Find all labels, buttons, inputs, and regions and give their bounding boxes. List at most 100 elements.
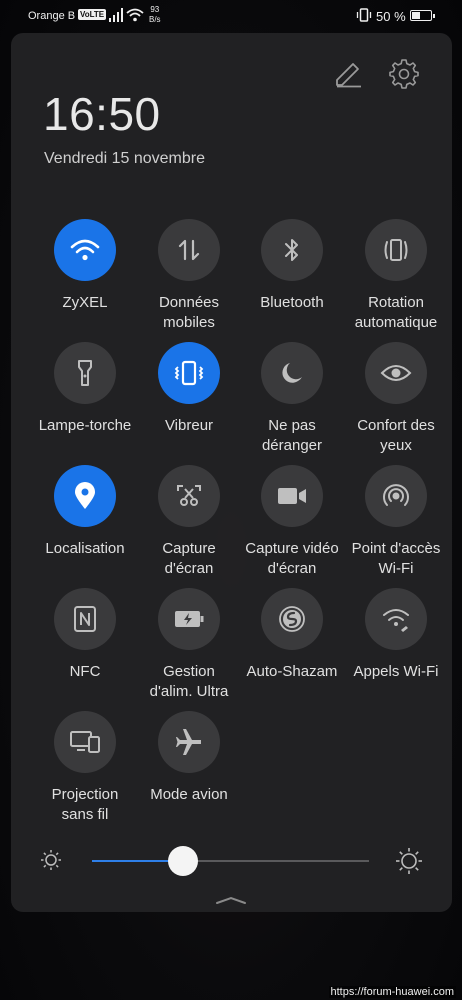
flashlight-icon — [75, 358, 95, 388]
quick-tile[interactable]: Localisation — [30, 465, 140, 559]
quick-tile[interactable]: Bluetooth — [237, 219, 347, 313]
quick-tile-label: Appels Wi-Fi — [341, 662, 451, 682]
wifi-icon — [70, 238, 100, 262]
bluetooth-icon — [281, 236, 303, 264]
quick-tile-label-line1: Vibreur — [164, 417, 214, 434]
mobile-data-icon — [176, 237, 202, 263]
quick-tile-label: Vibreur — [134, 416, 244, 436]
quick-tile-button[interactable] — [54, 219, 116, 281]
network-speed: 93 B/s — [149, 5, 161, 25]
quick-tile[interactable]: Capture vidéo d'écran — [237, 465, 347, 579]
quick-tile-label-line1: Confort des — [357, 417, 435, 434]
quick-tile[interactable]: Confort des yeux — [341, 342, 451, 456]
quick-tile-button[interactable] — [365, 465, 427, 527]
quick-tile[interactable]: ZyXEL — [30, 219, 140, 313]
settings-gear-icon[interactable] — [389, 59, 419, 89]
quick-tile-label-line1: ZyXEL — [62, 294, 108, 311]
quick-tile-button[interactable] — [158, 711, 220, 773]
quick-tile-label: Lampe-torche — [30, 416, 140, 436]
quick-tile-label: Auto-Shazam — [237, 662, 347, 682]
quick-tile-button[interactable] — [54, 342, 116, 404]
quick-tile-button[interactable] — [54, 588, 116, 650]
quick-tile[interactable]: Capture d'écran — [134, 465, 244, 579]
quick-tile-label: ZyXEL — [30, 293, 140, 313]
quick-tile[interactable]: Ne pas déranger — [237, 342, 347, 456]
eye-icon — [380, 362, 412, 384]
quick-tile-label: Point d'accès Wi-Fi — [341, 539, 451, 579]
quick-tile-label-line2: Wi-Fi — [378, 560, 414, 577]
quick-tile-button[interactable] — [365, 219, 427, 281]
quick-tile-label-line2: d'écran — [164, 560, 214, 577]
quick-tile[interactable]: Lampe-torche — [30, 342, 140, 436]
quick-tile-label-line1: Auto-Shazam — [246, 663, 338, 680]
quick-tile-button[interactable] — [261, 465, 323, 527]
quick-tile-button[interactable] — [54, 711, 116, 773]
quick-tile-button[interactable] — [158, 465, 220, 527]
brightness-thumb[interactable] — [168, 846, 199, 876]
quick-tile[interactable]: Gestion d'alim. Ultra — [134, 588, 244, 702]
quick-tile-label-line2: yeux — [380, 437, 412, 454]
quick-tile-label-line2: sans fil — [61, 806, 109, 823]
quick-tile[interactable]: Données mobiles — [134, 219, 244, 333]
quick-tile-button[interactable] — [261, 219, 323, 281]
quick-tile-button[interactable] — [158, 342, 220, 404]
quick-tile-label-line2: déranger — [261, 437, 323, 454]
screen-record-icon — [276, 485, 308, 507]
quick-tile-label-line1: Point d'accès — [351, 540, 441, 557]
speed-unit: B/s — [149, 15, 161, 24]
quick-tile-button[interactable] — [365, 588, 427, 650]
quick-tile-label: Confort des yeux — [341, 416, 451, 456]
quick-tile-button[interactable] — [158, 219, 220, 281]
quick-tile-label: Capture vidéo d'écran — [237, 539, 347, 579]
quick-tile-label: Gestion d'alim. Ultra — [134, 662, 244, 702]
quick-tile-label: Données mobiles — [134, 293, 244, 333]
screenshot-icon — [174, 482, 204, 510]
date-label: Vendredi 15 novembre — [44, 150, 205, 167]
quick-tile[interactable]: Point d'accès Wi-Fi — [341, 465, 451, 579]
quick-tile[interactable]: NFC — [30, 588, 140, 682]
quick-tile-label-line1: Données — [158, 294, 220, 311]
quick-tile[interactable]: Rotation automatique — [341, 219, 451, 333]
quick-tile-label: Bluetooth — [237, 293, 347, 313]
quick-tile-label-line1: Capture vidéo — [245, 540, 339, 557]
edit-icon[interactable] — [333, 59, 363, 89]
quick-tile-label-line1: Bluetooth — [260, 294, 324, 311]
collapse-chevron-icon[interactable] — [215, 895, 247, 905]
quick-tile-label: Projection sans fil — [30, 785, 140, 825]
brightness-slider[interactable] — [92, 846, 369, 876]
brightness-low-icon — [41, 850, 61, 870]
battery-icon — [410, 10, 435, 21]
battery-saver-icon — [173, 609, 205, 629]
brightness-high-icon — [396, 848, 422, 874]
quick-tile-label-line2: d'alim. Ultra — [149, 683, 229, 700]
battery-percent: 50 % — [376, 9, 406, 24]
wireless-projection-icon — [69, 729, 101, 755]
quick-tile-button[interactable] — [365, 342, 427, 404]
quick-tile-label-line1: Lampe-torche — [38, 417, 132, 434]
quick-tile-label-line1: Capture — [162, 540, 216, 557]
moon-icon — [278, 359, 306, 387]
quick-tile-label-line1: Ne pas — [268, 417, 316, 434]
hotspot-icon — [381, 481, 411, 511]
quick-tile-button[interactable] — [261, 342, 323, 404]
vibrate-status-icon — [356, 8, 372, 22]
quick-tile[interactable]: Projection sans fil — [30, 711, 140, 825]
quick-settings-panel: 16:50 Vendredi 15 novembre ZyXEL Données m… — [11, 33, 452, 912]
quick-tile-label: Rotation automatique — [341, 293, 451, 333]
quick-tile-label-line1: Gestion — [163, 663, 215, 680]
quick-tile-button[interactable] — [54, 465, 116, 527]
quick-tile[interactable]: Vibreur — [134, 342, 244, 436]
speed-value: 93 — [150, 5, 160, 14]
quick-tile-button[interactable] — [261, 588, 323, 650]
carrier-name: Orange B — [28, 10, 76, 22]
status-bar: Orange B VoLTE 93 B/s 50 % — [0, 0, 462, 32]
nfc-icon — [72, 605, 98, 633]
quick-tile[interactable]: Auto-Shazam — [237, 588, 347, 682]
watermark: https://forum-huawei.com — [328, 986, 456, 998]
quick-tile[interactable]: Appels Wi-Fi — [341, 588, 451, 682]
quick-tile-button[interactable] — [158, 588, 220, 650]
quick-tile-label-line2: d'écran — [267, 560, 317, 577]
quick-tile-label-line1: Mode avion — [150, 786, 228, 803]
quick-tile[interactable]: Mode avion — [134, 711, 244, 805]
auto-rotate-icon — [381, 236, 411, 264]
